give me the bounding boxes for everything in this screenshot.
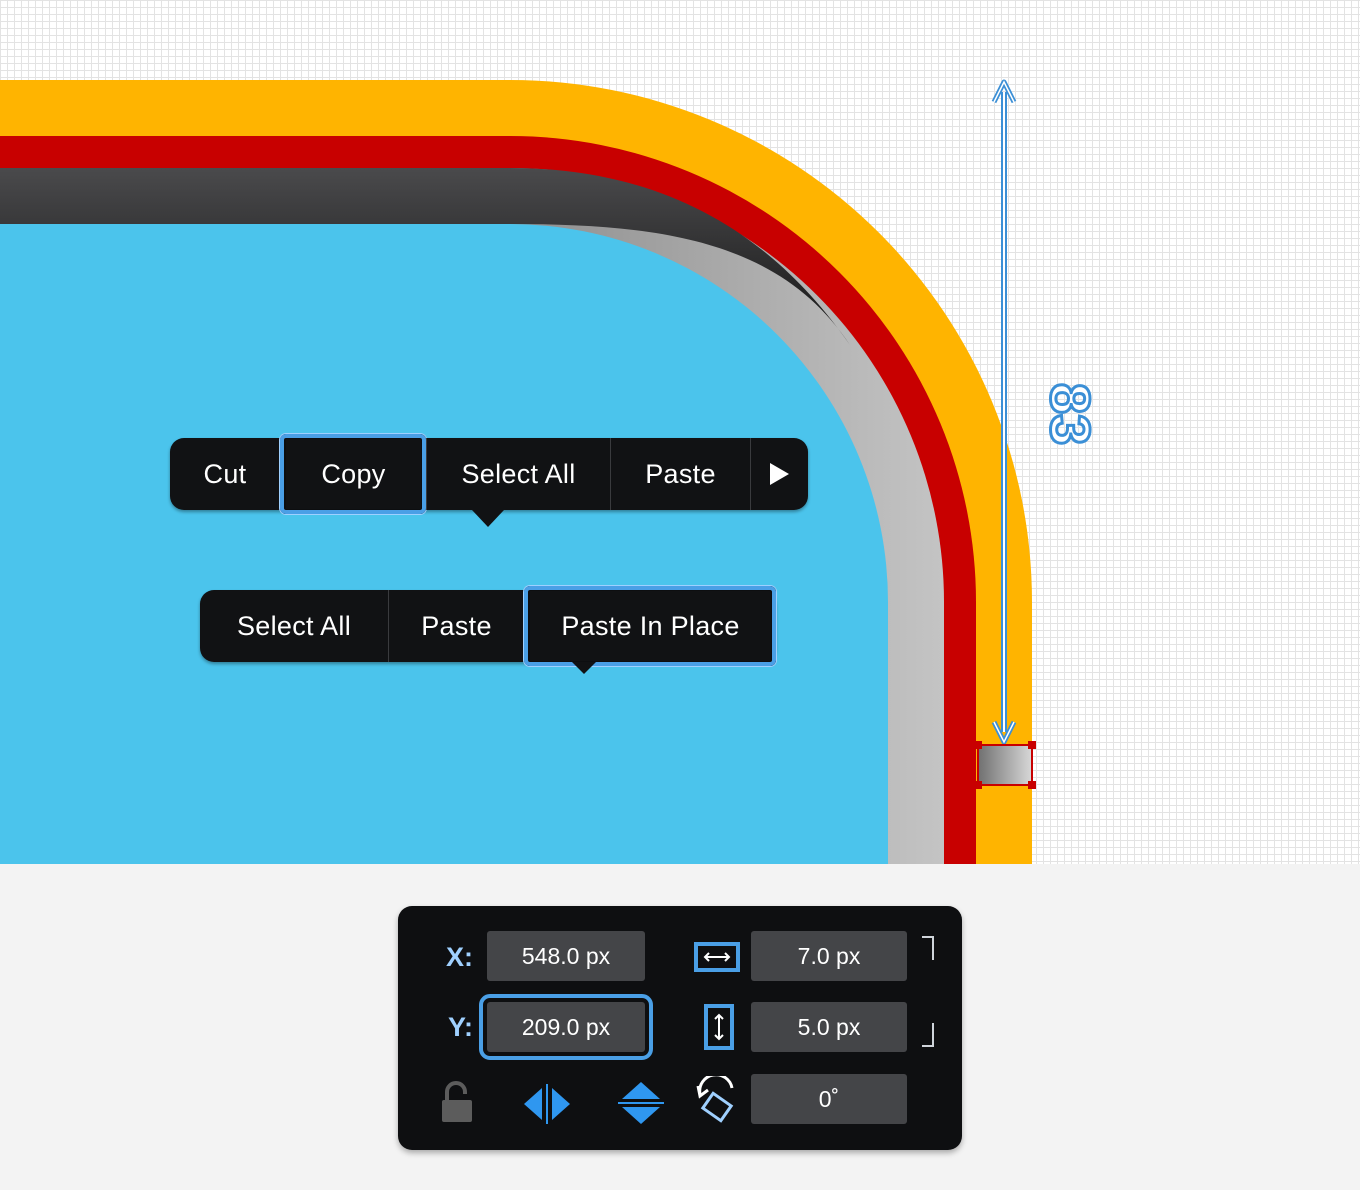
width-icon [694, 942, 740, 972]
menu-pointer [572, 662, 596, 674]
dimension-label: 83 [1038, 382, 1104, 447]
menu-item-cut[interactable]: Cut [170, 438, 280, 510]
context-menu-top: Cut Copy Select All Paste [170, 434, 808, 527]
constrain-bracket-top[interactable] [922, 936, 934, 960]
menu-more-button[interactable] [750, 438, 808, 510]
menu-item-select-all[interactable]: Select All [200, 590, 388, 662]
height-field[interactable]: 5.0 px [751, 1002, 907, 1052]
selection-handle [974, 781, 982, 789]
selection-handle [1028, 781, 1036, 789]
selection-handle [1028, 741, 1036, 749]
play-right-icon [770, 463, 789, 485]
artboard-canvas[interactable]: 83 Cut Copy Select All Paste Select All … [0, 0, 1360, 864]
rounded-shape-artwork[interactable] [0, 0, 1360, 864]
sky-fill [0, 224, 888, 864]
menu-item-paste[interactable]: Paste [388, 590, 524, 662]
y-position-field[interactable]: 209.0 px [479, 994, 653, 1060]
x-position-field[interactable]: 548.0 px [487, 931, 645, 981]
transform-panel: X: 548.0 px Y: 209.0 px 7.0 px 5.0 px 0˚ [398, 906, 962, 1150]
menu-item-copy[interactable]: Copy [280, 434, 426, 514]
height-icon [704, 1004, 734, 1050]
rotate-icon[interactable] [696, 1076, 740, 1124]
menu-pointer [472, 510, 504, 527]
selection-handle [974, 741, 982, 749]
x-label: X: [446, 942, 473, 972]
y-label: Y: [448, 1012, 473, 1042]
lock-open-icon[interactable] [440, 1080, 474, 1124]
flip-vertical-icon[interactable] [618, 1080, 664, 1126]
flip-horizontal-icon[interactable] [522, 1084, 572, 1124]
menu-item-paste-in-place[interactable]: Paste In Place [524, 586, 776, 666]
selected-rectangle [977, 744, 1033, 786]
width-field[interactable]: 7.0 px [751, 931, 907, 981]
menu-item-select-all[interactable]: Select All [426, 438, 610, 510]
constrain-bracket-bottom[interactable] [922, 1023, 934, 1047]
context-menu-bottom: Select All Paste Paste In Place [200, 586, 776, 674]
rotation-field[interactable]: 0˚ [751, 1074, 907, 1124]
menu-item-paste[interactable]: Paste [610, 438, 750, 510]
